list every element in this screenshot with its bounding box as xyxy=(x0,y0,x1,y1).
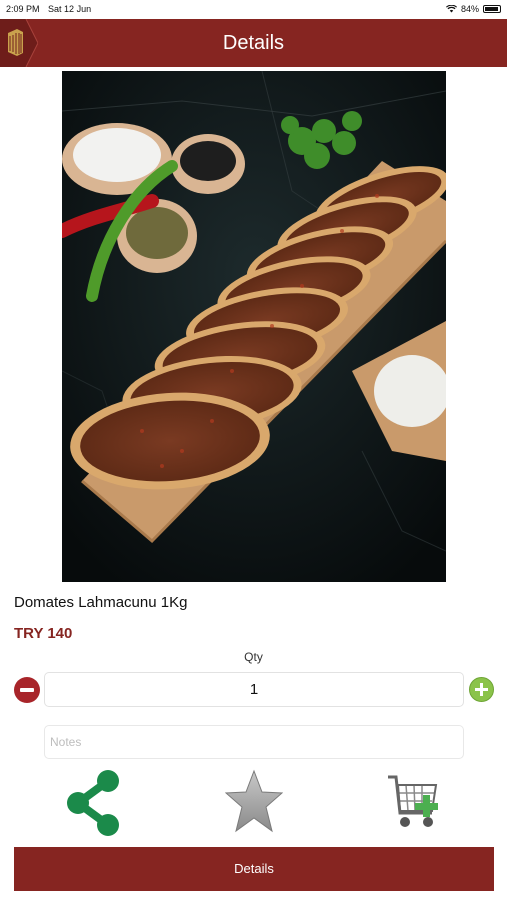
product-image xyxy=(62,71,446,582)
increase-quantity-button[interactable] xyxy=(469,677,494,702)
decrease-quantity-button[interactable] xyxy=(14,677,40,703)
product-name: Domates Lahmacunu 1Kg xyxy=(14,594,188,611)
share-icon[interactable] xyxy=(64,767,122,837)
add-to-cart-icon[interactable] xyxy=(386,767,444,837)
nav-bar: Details xyxy=(0,19,507,67)
quantity-input[interactable] xyxy=(44,672,464,707)
details-button[interactable]: Details xyxy=(14,847,494,891)
wifi-icon xyxy=(445,5,457,13)
star-icon[interactable] xyxy=(225,767,283,837)
status-time: 2:09 PM xyxy=(6,4,40,14)
battery-percent: 84% xyxy=(460,4,479,14)
quantity-label: Qty xyxy=(244,650,263,664)
status-date: Sat 12 Jun xyxy=(48,4,92,14)
page-title: Details xyxy=(222,32,285,54)
battery-icon xyxy=(483,5,501,13)
product-price: TRY 140 xyxy=(14,625,73,642)
status-bar: 2:09 PM Sat 12 Jun 84% xyxy=(0,0,507,20)
notes-input[interactable] xyxy=(44,725,464,759)
